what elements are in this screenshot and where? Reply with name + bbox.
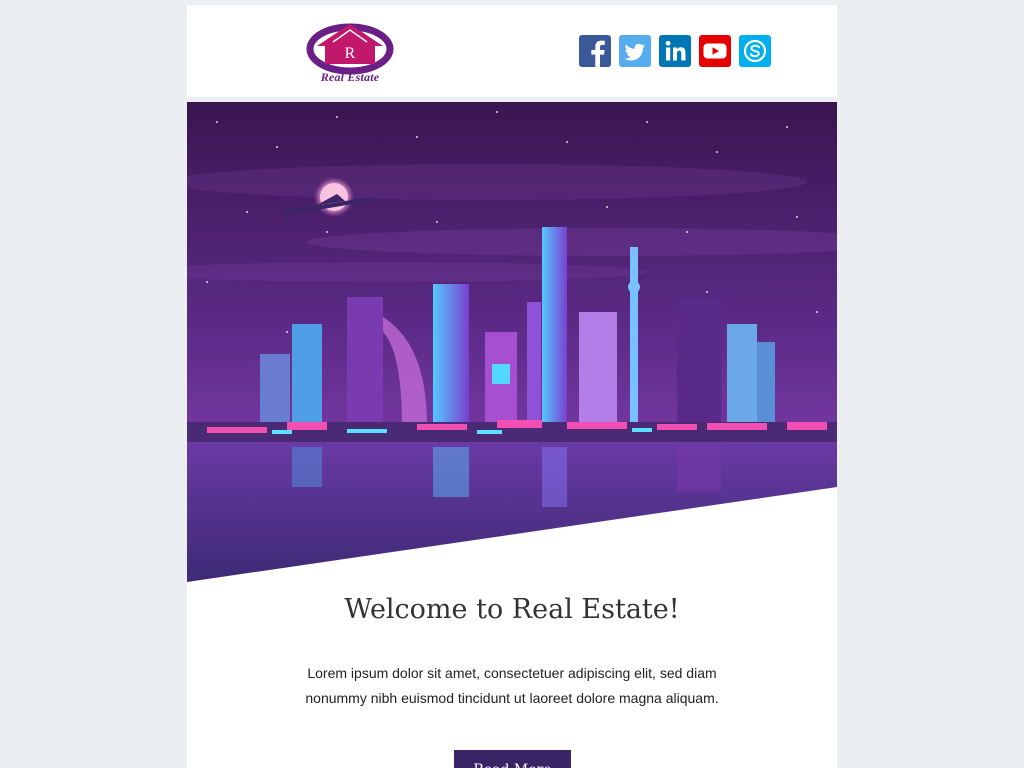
read-more-button[interactable]: Read More xyxy=(454,750,571,768)
youtube-link[interactable] xyxy=(699,35,731,67)
logo-text: Real Estate xyxy=(320,70,380,84)
brand-logo[interactable]: R Real Estate xyxy=(305,18,395,84)
facebook-link[interactable] xyxy=(579,35,611,67)
skype-link[interactable] xyxy=(739,35,771,67)
twitter-icon xyxy=(624,43,645,61)
facebook-icon xyxy=(591,40,605,67)
linkedin-icon xyxy=(665,40,686,61)
welcome-title: Welcome to Real Estate! xyxy=(344,594,680,625)
email-header: R Real Estate xyxy=(187,5,837,97)
linkedin-link[interactable] xyxy=(659,35,691,67)
email-container: R Real Estate Welcome to Real Estate! Lo… xyxy=(187,5,837,768)
welcome-body: Lorem ipsum dolor sit amet, consectetuer… xyxy=(305,665,719,706)
hero-banner xyxy=(187,102,837,582)
youtube-icon xyxy=(703,43,727,59)
logo-letter: R xyxy=(345,45,356,62)
neon-city-skyline-image xyxy=(187,102,837,582)
skype-icon xyxy=(743,39,767,63)
twitter-link[interactable] xyxy=(619,35,651,67)
